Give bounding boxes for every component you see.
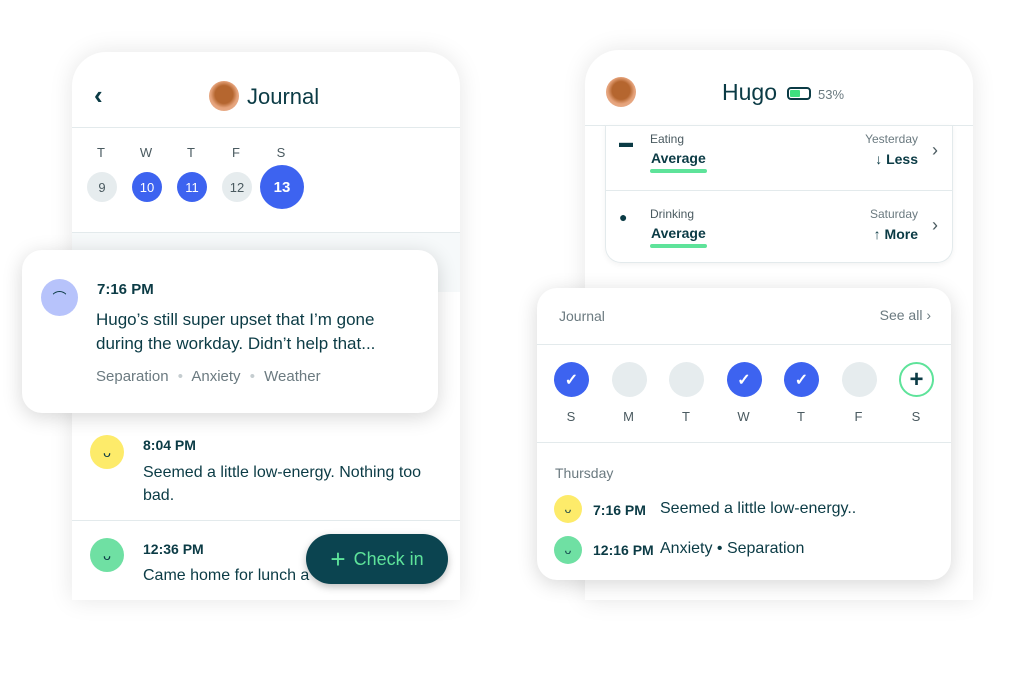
chevron-right-icon: ›	[932, 140, 938, 160]
entry-text[interactable]: Anxiety • Separation	[660, 540, 804, 558]
day-label: T	[187, 145, 195, 160]
mood-face-icon: ᴗ	[554, 495, 582, 523]
sad-face-icon: ⌒	[41, 279, 78, 316]
tag: Anxiety	[191, 368, 241, 385]
page-title: Journal	[247, 84, 320, 109]
day-label: W	[139, 145, 153, 160]
day-status[interactable]: ✓	[784, 362, 819, 397]
pet-avatar	[606, 77, 636, 107]
day-label: S	[276, 145, 286, 160]
day-status[interactable]	[841, 362, 877, 397]
day-status[interactable]: ✓	[554, 362, 589, 397]
entry-text[interactable]: Seemed a little low-energy..	[660, 500, 856, 518]
day-9[interactable]: 9	[87, 172, 117, 202]
back-button[interactable]: ‹	[94, 80, 103, 111]
happy-face-icon: ᴗ	[90, 538, 124, 572]
check-icon: ✓	[737, 371, 751, 389]
battery-icon	[787, 87, 811, 100]
tag: Separation	[96, 368, 169, 385]
day-label: T	[97, 145, 105, 160]
pet-name: Hugo	[722, 79, 777, 105]
mood-face-icon: ᴗ	[90, 435, 124, 469]
add-entry-button[interactable]: +	[899, 362, 934, 397]
day-status[interactable]	[611, 362, 647, 397]
day-13[interactable]: 13	[260, 165, 304, 209]
check-icon: ✓	[564, 371, 579, 389]
chevron-right-icon: ›	[932, 215, 938, 235]
see-all-link[interactable]: See all ›	[880, 307, 931, 323]
plus-icon: +	[330, 543, 346, 574]
day-12[interactable]: 12	[222, 172, 252, 202]
plus-icon: +	[909, 365, 924, 393]
day-status[interactable]: ✓	[726, 362, 762, 397]
day-status[interactable]	[669, 362, 704, 397]
day-10[interactable]: 10	[132, 172, 162, 202]
journal-entry-card[interactable]: ⌒ 7:16 PM Hugo’s still super upset that …	[22, 250, 438, 413]
chevron-right-icon: ›	[926, 307, 931, 323]
check-icon: ✓	[794, 371, 809, 389]
check-in-button[interactable]: + Check in	[306, 534, 448, 584]
happy-face-icon: ᴗ	[554, 536, 582, 564]
tag: Weather	[264, 368, 321, 385]
pet-avatar	[209, 81, 239, 111]
journal-summary-card: Journal See all › ✓ S M T ✓ W ✓ T F + S Thu…	[537, 288, 951, 580]
day-11[interactable]: 11	[177, 172, 207, 202]
day-label: F	[232, 145, 240, 160]
